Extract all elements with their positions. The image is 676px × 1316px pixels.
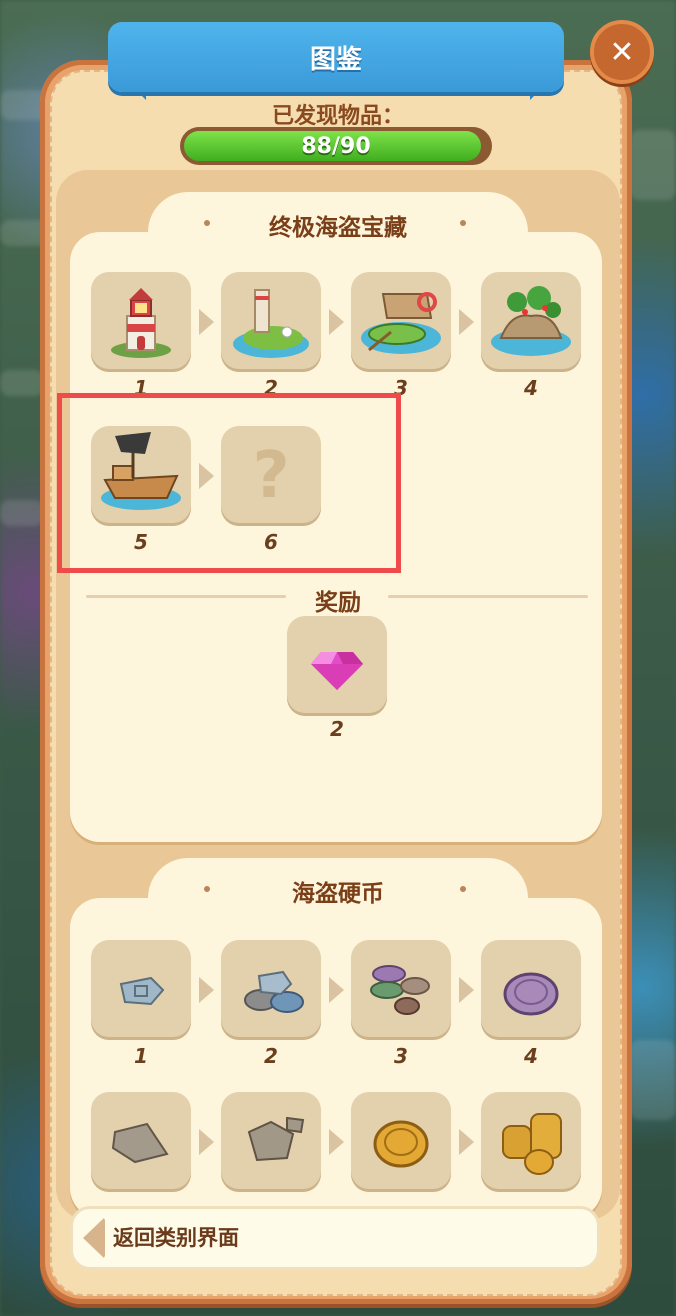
chain2-item-1-level: 1 <box>134 1044 148 1068</box>
chain2-item-4[interactable] <box>481 940 581 1040</box>
chain2-item-2[interactable] <box>221 940 321 1040</box>
chain-arrow <box>199 977 214 1003</box>
reward-amount: 2 <box>330 717 344 741</box>
chain1-item-3[interactable] <box>351 272 451 372</box>
chain-arrow <box>329 309 344 335</box>
purple-coin-icon <box>503 972 559 1016</box>
chain-arrow <box>459 309 474 335</box>
close-icon: ✕ <box>609 34 635 70</box>
chain2-item-3-level: 3 <box>394 1044 408 1068</box>
chain1-item-2[interactable] <box>221 272 321 372</box>
page-title: 图鉴 <box>309 44 362 75</box>
stone-rubble-icon <box>247 1116 305 1162</box>
chain2-item-3[interactable] <box>351 940 451 1040</box>
progress-text: 88/90 <box>301 133 371 159</box>
lighthouse-icon <box>111 288 171 358</box>
chain-arrow <box>459 977 474 1003</box>
chain-arrow <box>199 309 214 335</box>
gold-coin-icon <box>373 1120 429 1168</box>
chain2-item-7[interactable] <box>351 1092 451 1192</box>
reward-slot[interactable] <box>287 616 387 716</box>
back-to-categories-button[interactable]: 返回类别界面 <box>70 1206 600 1270</box>
chain-arrow <box>459 1129 474 1155</box>
stone-shard-icon <box>111 1122 169 1164</box>
chain2-title: 海盗硬币 <box>292 881 384 907</box>
back-to-categories-label: 返回类别界面 <box>113 1226 239 1250</box>
found-items-label: 已发现物品： <box>271 104 404 129</box>
chain-arrow <box>329 1129 344 1155</box>
jungle-island-icon <box>491 286 571 356</box>
chain2-item-8[interactable] <box>481 1092 581 1192</box>
back-arrow-icon <box>83 1217 105 1259</box>
chain2-item-1[interactable] <box>91 940 191 1040</box>
reward-divider-right <box>388 595 588 598</box>
ruined-tower-island-icon <box>233 289 309 358</box>
chain2-item-2-level: 2 <box>264 1044 278 1068</box>
dock-rowboat-icon <box>361 292 441 354</box>
chain1-title: 终极海盗宝藏 <box>269 215 407 241</box>
chain2-item-6[interactable] <box>221 1092 321 1192</box>
purple-coin-stack-icon <box>370 965 430 1015</box>
highlight-box <box>57 393 401 573</box>
discovery-progress-bar: 88/90 <box>180 127 492 165</box>
chain2-item-4-level: 4 <box>524 1044 538 1068</box>
chain2-item-5[interactable] <box>91 1092 191 1192</box>
reward-divider-left <box>86 595 286 598</box>
pink-gem-icon <box>311 652 363 690</box>
silver-coin-pile-icon <box>244 970 304 1013</box>
reward-title: 奖励 <box>315 590 361 616</box>
chain1-item-1[interactable] <box>91 272 191 372</box>
gold-coin-stacks-icon <box>502 1113 562 1175</box>
chain-arrow <box>199 1129 214 1155</box>
chain1-item-4[interactable] <box>481 272 581 372</box>
title-ribbon: 图鉴 <box>108 22 564 92</box>
chain-arrow <box>329 977 344 1003</box>
close-button[interactable]: ✕ <box>590 20 654 84</box>
silver-shield-coin-icon <box>119 976 165 1006</box>
chain1-item-4-level: 4 <box>524 376 538 400</box>
